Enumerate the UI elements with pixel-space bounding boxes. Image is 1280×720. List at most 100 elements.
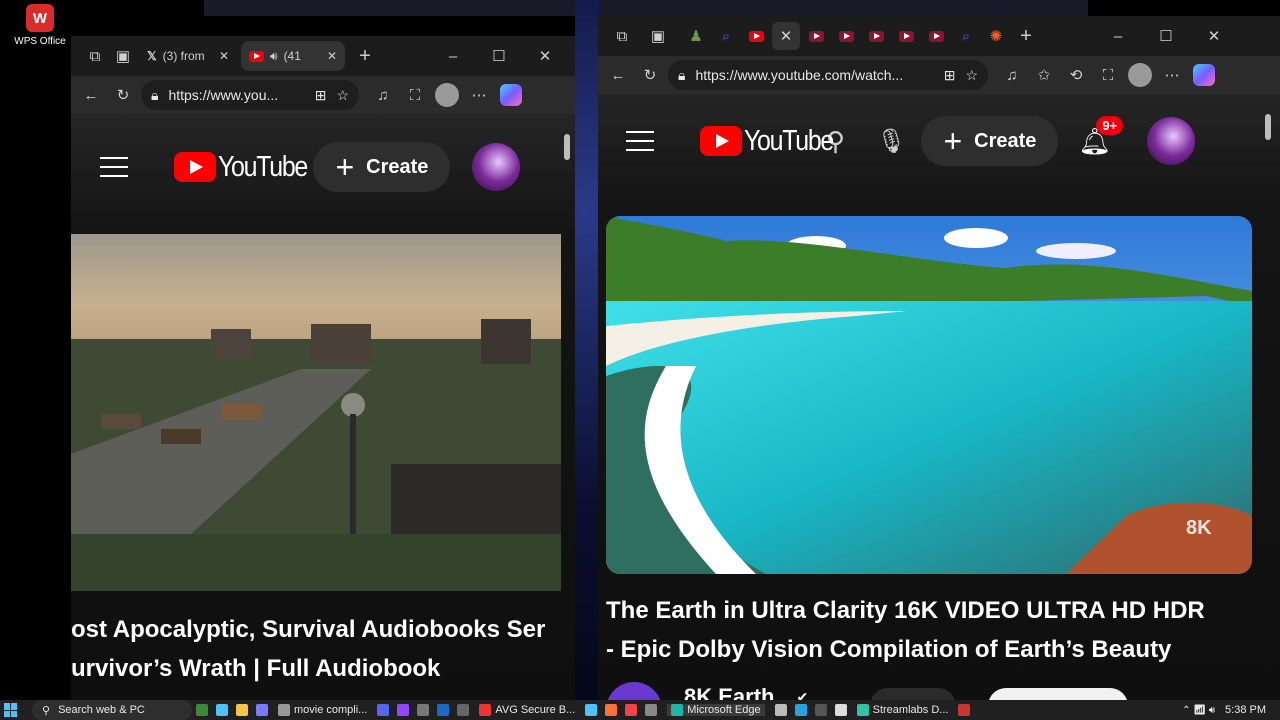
- telegram-icon[interactable]: [794, 704, 807, 716]
- more-menu-icon[interactable]: ⋯: [465, 81, 493, 109]
- app-icon[interactable]: [814, 704, 827, 716]
- scrollbar[interactable]: [564, 134, 570, 160]
- minimize-icon[interactable]: –: [439, 42, 467, 70]
- video-player-right[interactable]: 8K: [606, 216, 1252, 574]
- firefox-icon[interactable]: [605, 704, 618, 716]
- app-icon[interactable]: [645, 704, 658, 716]
- steam-icon[interactable]: [437, 704, 450, 716]
- taskbar-search[interactable]: ⚲ Search web & PC: [32, 700, 192, 720]
- back-icon[interactable]: ←: [604, 61, 632, 89]
- close-icon[interactable]: ✕: [219, 49, 229, 63]
- discord-icon[interactable]: [377, 704, 390, 716]
- file-explorer-icon[interactable]: [236, 704, 248, 716]
- tab-youtube-icon[interactable]: [892, 22, 920, 50]
- left-browser-window: ⧉ ▣ 𝕏 (3) from ✕ 🔊︎ (41 ✕ + – ☐ ✕ ← ↻ 🔒︎: [71, 36, 575, 700]
- tab-actions-icon[interactable]: ▣: [109, 42, 137, 70]
- tab-favicon-icon[interactable]: ♟: [682, 22, 710, 50]
- favorite-star-icon[interactable]: ☆: [336, 87, 349, 104]
- youtube-wordmark: YouTube: [744, 124, 834, 157]
- scrollbar[interactable]: [1265, 114, 1271, 140]
- tab-youtube-icon[interactable]: [742, 22, 770, 50]
- widgets-icon[interactable]: [196, 704, 208, 716]
- tab-actions-icon[interactable]: ▣: [644, 22, 672, 50]
- app-icon[interactable]: [457, 704, 470, 716]
- windows-start-icon[interactable]: [4, 703, 26, 717]
- copilot-icon[interactable]: [497, 81, 525, 109]
- tab-youtube-icon[interactable]: [802, 22, 830, 50]
- create-button[interactable]: + Create: [921, 116, 1059, 166]
- menu-icon[interactable]: [100, 157, 128, 177]
- close-window-icon[interactable]: ✕: [1200, 22, 1228, 50]
- microphone-icon[interactable]: 🎙︎: [876, 127, 906, 155]
- menu-icon[interactable]: [626, 131, 654, 151]
- account-avatar[interactable]: [1147, 117, 1196, 165]
- app-icon[interactable]: [417, 704, 430, 716]
- split-screen-icon[interactable]: ⊞: [315, 87, 327, 104]
- history-icon[interactable]: ⟲: [1062, 61, 1090, 89]
- clock[interactable]: 5:38 PM: [1225, 704, 1266, 716]
- tab-x[interactable]: 𝕏 (3) from ✕: [139, 41, 237, 71]
- minimize-icon[interactable]: –: [1104, 22, 1132, 50]
- media-icon[interactable]: ♫: [369, 81, 397, 109]
- taskbar-app-avg[interactable]: AVG Secure B...: [479, 704, 575, 716]
- taskbar-app-streamlabs[interactable]: Streamlabs D...: [856, 704, 948, 716]
- youtube-logo[interactable]: YouTube: [174, 151, 321, 184]
- search-tab-icon[interactable]: ⌕: [712, 22, 740, 50]
- profile-icon[interactable]: [433, 81, 461, 109]
- refresh-icon[interactable]: ↻: [636, 61, 664, 89]
- search-tab-icon[interactable]: ⌕: [952, 22, 980, 50]
- task-view-icon[interactable]: [216, 704, 228, 716]
- channel-avatar[interactable]: [606, 682, 662, 700]
- channel-name[interactable]: 8K Earth: [684, 684, 774, 700]
- youtube-logo[interactable]: YouTube: [700, 125, 847, 158]
- screenshot-icon[interactable]: ⛶: [401, 81, 429, 109]
- screenshot-icon[interactable]: ⛶: [1094, 61, 1122, 89]
- back-icon[interactable]: ←: [77, 81, 105, 109]
- app-icon[interactable]: [585, 704, 598, 716]
- speaker-icon[interactable]: 🔊︎: [270, 49, 278, 64]
- new-tab-icon[interactable]: +: [351, 42, 379, 70]
- tray-icons[interactable]: ⌃ 📶︎ 🔊︎: [1182, 705, 1215, 716]
- close-window-icon[interactable]: ✕: [531, 42, 559, 70]
- join-button[interactable]: [870, 688, 957, 700]
- tab-youtube-icon[interactable]: [922, 22, 950, 50]
- app-icon[interactable]: [774, 704, 787, 716]
- close-icon[interactable]: ✕: [772, 22, 800, 50]
- video-title-line1: The Earth in Ultra Clarity 16K VIDEO ULT…: [606, 597, 1205, 624]
- new-tab-icon[interactable]: +: [1012, 22, 1040, 50]
- taskbar: ⚲ Search web & PC movie compli... AVG Se…: [0, 700, 1280, 720]
- favorite-star-icon[interactable]: ☆: [965, 67, 978, 84]
- taskbar-app-movie[interactable]: movie compli...: [278, 704, 367, 716]
- url-field[interactable]: 🔒︎ https://www.you... ⊞ ☆: [141, 80, 359, 110]
- favorites-icon[interactable]: ✩: [1030, 61, 1058, 89]
- tab-youtube-icon[interactable]: [862, 22, 890, 50]
- close-icon[interactable]: ✕: [327, 49, 337, 63]
- tab-youtube-icon[interactable]: [832, 22, 860, 50]
- copilot-icon[interactable]: [1190, 61, 1218, 89]
- split-screen-icon[interactable]: ⊞: [944, 67, 956, 84]
- notifications-bell-icon[interactable]: 🔔︎ 9+: [1078, 115, 1124, 157]
- subscribe-button[interactable]: [988, 688, 1129, 700]
- twitch-icon[interactable]: [397, 704, 410, 716]
- url-field[interactable]: 🔒︎ https://www.youtube.com/watch... ⊞ ☆: [668, 60, 988, 90]
- refresh-icon[interactable]: ↻: [109, 81, 137, 109]
- create-button[interactable]: + Create: [313, 142, 451, 192]
- app-icon[interactable]: [256, 704, 268, 716]
- maximize-icon[interactable]: ☐: [485, 42, 513, 70]
- account-avatar[interactable]: [472, 143, 521, 191]
- more-menu-icon[interactable]: ⋯: [1158, 61, 1186, 89]
- video-player-left[interactable]: [71, 234, 561, 591]
- workspaces-icon[interactable]: ⧉: [608, 22, 636, 50]
- taskbar-app-edge[interactable]: Microsoft Edge: [667, 704, 765, 716]
- workspaces-icon[interactable]: ⧉: [81, 42, 109, 70]
- media-icon[interactable]: ♫: [998, 61, 1026, 89]
- wps-office-shortcut[interactable]: W WPS Office: [8, 4, 72, 47]
- maximize-icon[interactable]: ☐: [1152, 22, 1180, 50]
- profile-icon[interactable]: [1126, 61, 1154, 89]
- right-address-bar: ← ↻ 🔒︎ https://www.youtube.com/watch... …: [598, 56, 1280, 94]
- app-icon[interactable]: [625, 704, 638, 716]
- app-icon[interactable]: [834, 704, 847, 716]
- settings-tab-icon[interactable]: ✺: [982, 22, 1010, 50]
- app-icon[interactable]: [958, 704, 971, 716]
- tab-youtube[interactable]: 🔊︎ (41 ✕: [241, 41, 345, 71]
